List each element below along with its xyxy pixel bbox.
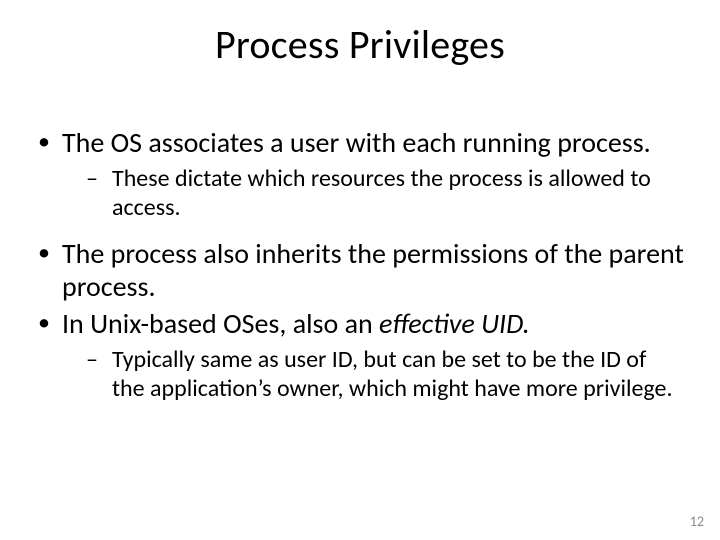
bullet-text-italic: effective UID. (379, 306, 530, 341)
slide: Process Privileges The OS associates a u… (0, 0, 720, 540)
bullet-item-2: The process also inherits the permission… (36, 237, 684, 303)
sub-item-2: Typically same as user ID, but can be se… (62, 346, 684, 404)
sub-text: These dictate which resources the proces… (112, 164, 651, 222)
bullet-text: The process also inherits the permission… (62, 236, 684, 304)
slide-title: Process Privileges (0, 20, 720, 69)
bullet-text-prefix: In Unix-based OSes, also an (62, 306, 379, 341)
sub-list-1: These dictate which resources the proces… (62, 165, 684, 223)
bullet-list: The OS associates a user with each runni… (36, 126, 684, 403)
sub-text: Typically same as user ID, but can be se… (112, 345, 673, 403)
slide-content: The OS associates a user with each runni… (36, 126, 684, 417)
sub-list-2: Typically same as user ID, but can be se… (62, 346, 684, 404)
sub-item-1: These dictate which resources the proces… (62, 165, 684, 223)
page-number: 12 (690, 513, 704, 530)
bullet-item-1: The OS associates a user with each runni… (36, 126, 684, 223)
bullet-item-3: In Unix-based OSes, also an effective UI… (36, 307, 684, 404)
bullet-text: The OS associates a user with each runni… (62, 125, 651, 160)
